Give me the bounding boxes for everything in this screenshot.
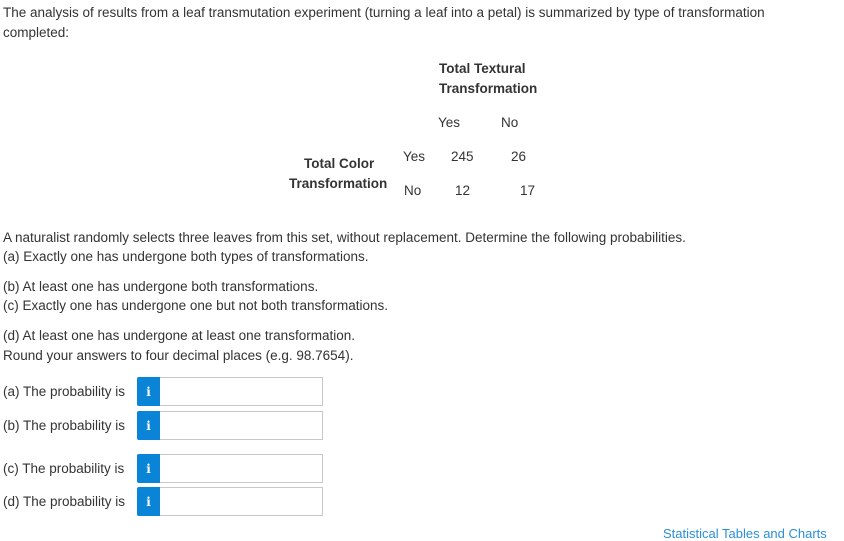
col-header-line1: Total Textural: [439, 61, 526, 76]
info-icon[interactable]: i: [137, 454, 160, 483]
intro-text: The analysis of results from a leaf tran…: [3, 5, 765, 40]
col-label-no: No: [501, 115, 519, 130]
cell-no-no: 17: [520, 183, 536, 198]
info-icon[interactable]: i: [137, 377, 160, 406]
statistical-tables-link[interactable]: Statistical Tables and Charts: [663, 526, 827, 541]
rounding-instruction: Round your answers to four decimal place…: [3, 348, 354, 363]
col-header-line2: Transformation: [439, 81, 538, 96]
info-icon[interactable]: i: [137, 487, 160, 516]
part-b-text: (b) At least one has undergone both tran…: [3, 279, 319, 294]
answer-label-b: (b) The probability is: [3, 418, 126, 433]
info-icon[interactable]: i: [137, 411, 160, 440]
problem-statement: A naturalist randomly selects three leav…: [3, 230, 686, 245]
answer-input-c[interactable]: [160, 454, 323, 483]
part-c-text: (c) Exactly one has undergone one but no…: [3, 298, 388, 313]
part-a-text: (a) Exactly one has undergone both types…: [3, 249, 369, 264]
row-header-line2: Transformation: [289, 176, 388, 191]
answer-label-d: (d) The probability is: [3, 494, 126, 509]
cell-yes-yes: 245: [451, 149, 474, 164]
row-label-no: No: [404, 183, 422, 198]
row-header-line1: Total Color: [304, 156, 375, 171]
answer-label-a: (a) The probability is: [3, 384, 126, 399]
cell-yes-no: 26: [511, 149, 527, 164]
answer-input-d[interactable]: [160, 487, 323, 516]
answer-input-b[interactable]: [160, 411, 323, 440]
answer-label-c: (c) The probability is: [3, 461, 125, 476]
col-label-yes: Yes: [438, 115, 461, 130]
part-d-text: (d) At least one has undergone at least …: [3, 328, 355, 343]
cell-no-yes: 12: [455, 183, 471, 198]
answer-input-a[interactable]: [160, 377, 323, 406]
row-label-yes: Yes: [403, 149, 426, 164]
